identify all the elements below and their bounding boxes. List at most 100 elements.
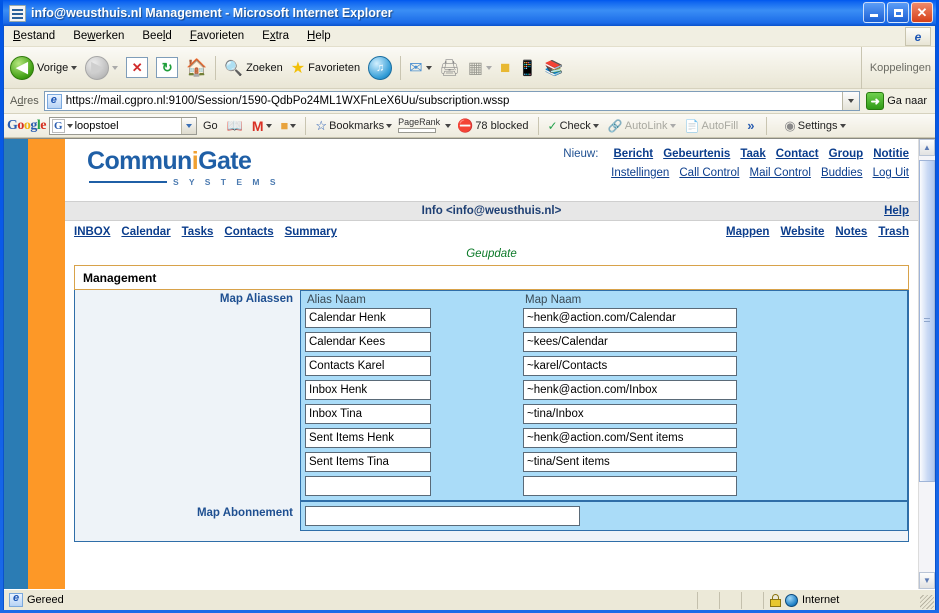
media-button[interactable]: ♫ (364, 51, 396, 85)
menu-favorieten[interactable]: Favorieten (181, 28, 253, 44)
alias-name-input[interactable] (305, 476, 431, 496)
close-button[interactable]: ✕ (911, 2, 933, 23)
google-search-type-icon[interactable] (66, 123, 73, 128)
edit-button[interactable]: ▦ (464, 51, 496, 85)
new-link-group[interactable]: Group (829, 148, 864, 160)
mail-icon: ✉ (409, 59, 423, 77)
research-button[interactable]: 📚 (541, 51, 568, 85)
refresh-button[interactable]: ↻ (152, 51, 182, 85)
back-button[interactable]: ◀ Vorige (6, 51, 81, 85)
alias-name-input[interactable] (305, 404, 431, 424)
alias-name-input[interactable] (305, 356, 431, 376)
nav-contacts[interactable]: Contacts (224, 226, 273, 238)
google-bookmarks-button[interactable]: ☆ Bookmarks (312, 118, 395, 134)
new-link-bericht[interactable]: Bericht (614, 148, 654, 160)
help-link[interactable]: Help (884, 205, 909, 217)
google-go-button[interactable]: Go (200, 120, 221, 132)
google-more-button[interactable]: » (744, 118, 757, 133)
alias-name-input[interactable] (305, 332, 431, 352)
folder-name-input[interactable] (523, 308, 737, 328)
nav-calendar[interactable]: Calendar (121, 226, 170, 238)
mail-button[interactable]: ✉ (405, 51, 435, 85)
mail-dropdown-icon[interactable] (425, 65, 432, 70)
scrollbar-track[interactable] (919, 156, 935, 572)
favorites-button[interactable]: ★ Favorieten (287, 51, 364, 85)
nav-notes[interactable]: Notes (835, 226, 867, 238)
google-settings-button[interactable]: ◉ Settings (781, 118, 848, 134)
scroll-up-button[interactable]: ▲ (919, 139, 935, 156)
menu-bestand[interactable]: BBestandestand (4, 28, 64, 44)
address-input[interactable]: https://mail.cgpro.nl:9100/Session/1590-… (43, 91, 861, 111)
folder-name-input[interactable] (523, 428, 737, 448)
alias-name-input[interactable] (305, 428, 431, 448)
menu-help[interactable]: Help (298, 28, 340, 44)
alias-name-input[interactable] (305, 380, 431, 400)
gear-icon: ◉ (784, 117, 796, 133)
maximize-button[interactable] (887, 2, 909, 23)
scroll-down-button[interactable]: ▼ (919, 572, 935, 589)
google-apps-icon[interactable]: ■ (278, 118, 300, 133)
alias-name-input[interactable] (305, 452, 431, 472)
logo-wordmark: CommuniGate (87, 147, 252, 175)
menu-extra[interactable]: Extra (253, 28, 298, 44)
folder-name-input[interactable] (523, 452, 737, 472)
autolink-button[interactable]: 🔗 AutoLink (605, 119, 679, 133)
back-dropdown-icon[interactable] (71, 65, 78, 70)
subscription-input[interactable] (305, 506, 580, 526)
google-search-dropdown[interactable] (181, 117, 196, 134)
page-viewport: CommuniGate S Y S T E M S Nieuw: Bericht… (4, 138, 935, 589)
forward-dropdown-icon[interactable] (112, 65, 119, 70)
new-link-gebeurtenis[interactable]: Gebeurtenis (663, 148, 730, 160)
nav-inbox[interactable]: INBOX (74, 226, 110, 238)
home-button[interactable]: 🏠 (182, 51, 211, 85)
links-button[interactable]: Koppelingen (860, 47, 931, 89)
link-call-control[interactable]: Call Control (679, 167, 739, 179)
search-button[interactable]: 🔍 Zoeken (220, 51, 286, 85)
address-dropdown-button[interactable] (842, 92, 860, 110)
gmail-icon[interactable]: M (249, 118, 275, 134)
discuss-button[interactable]: ■ (496, 51, 514, 85)
page-icon (9, 592, 23, 607)
link-mail-control[interactable]: Mail Control (750, 167, 811, 179)
folder-name-input[interactable] (523, 404, 737, 424)
nav-website[interactable]: Website (780, 226, 824, 238)
new-link-taak[interactable]: Taak (740, 148, 765, 160)
google-g-icon: G (52, 118, 65, 133)
menu-beeld[interactable]: Beeld (133, 28, 180, 44)
nav-trash[interactable]: Trash (878, 226, 909, 238)
autofill-button[interactable]: 📄 AutoFill (682, 119, 742, 133)
print-button[interactable]: 🖨 (436, 51, 464, 85)
menu-bewerken[interactable]: Bewerken (64, 28, 133, 44)
nav-summary[interactable]: Summary (285, 226, 337, 238)
edit-dropdown-icon[interactable] (485, 65, 492, 70)
link-instellingen[interactable]: Instellingen (611, 167, 669, 179)
account-name: Info <info@weusthuis.nl> (421, 205, 562, 217)
google-search-input[interactable]: G loopstoel (49, 116, 197, 135)
folder-name-input[interactable] (523, 476, 737, 496)
nav-mappen[interactable]: Mappen (726, 226, 769, 238)
nav-tasks[interactable]: Tasks (182, 226, 214, 238)
folder-name-input[interactable] (523, 356, 737, 376)
folder-name-input[interactable] (523, 380, 737, 400)
new-link-contact[interactable]: Contact (776, 148, 819, 160)
link-log-uit[interactable]: Log Uit (873, 167, 909, 179)
pagerank-dropdown-icon[interactable] (445, 123, 452, 128)
messenger-button[interactable]: 📱 (514, 51, 541, 85)
security-zone-pane[interactable]: Internet (763, 591, 933, 609)
new-link-notitie[interactable]: Notitie (873, 148, 909, 160)
google-books-icon[interactable]: 📖 (224, 118, 246, 134)
folder-name-input[interactable] (523, 332, 737, 352)
link-buddies[interactable]: Buddies (821, 167, 863, 179)
scrollbar-thumb[interactable] (919, 160, 935, 482)
spellcheck-button[interactable]: ✓ Check (545, 119, 602, 133)
forward-button[interactable]: ▶ (81, 51, 122, 85)
resize-grip[interactable] (920, 595, 934, 609)
go-button[interactable]: ➜ Ga naar (860, 92, 933, 110)
page-vertical-scrollbar[interactable]: ▲ ▼ (918, 139, 935, 589)
pagerank-indicator[interactable]: PageRank (398, 118, 440, 133)
popup-blocker-button[interactable]: ⛔ 78 blocked (454, 118, 531, 134)
alias-name-input[interactable] (305, 308, 431, 328)
bookmark-star-icon: ☆ (315, 117, 328, 133)
stop-button[interactable]: ✕ (122, 51, 152, 85)
minimize-button[interactable] (863, 2, 885, 23)
